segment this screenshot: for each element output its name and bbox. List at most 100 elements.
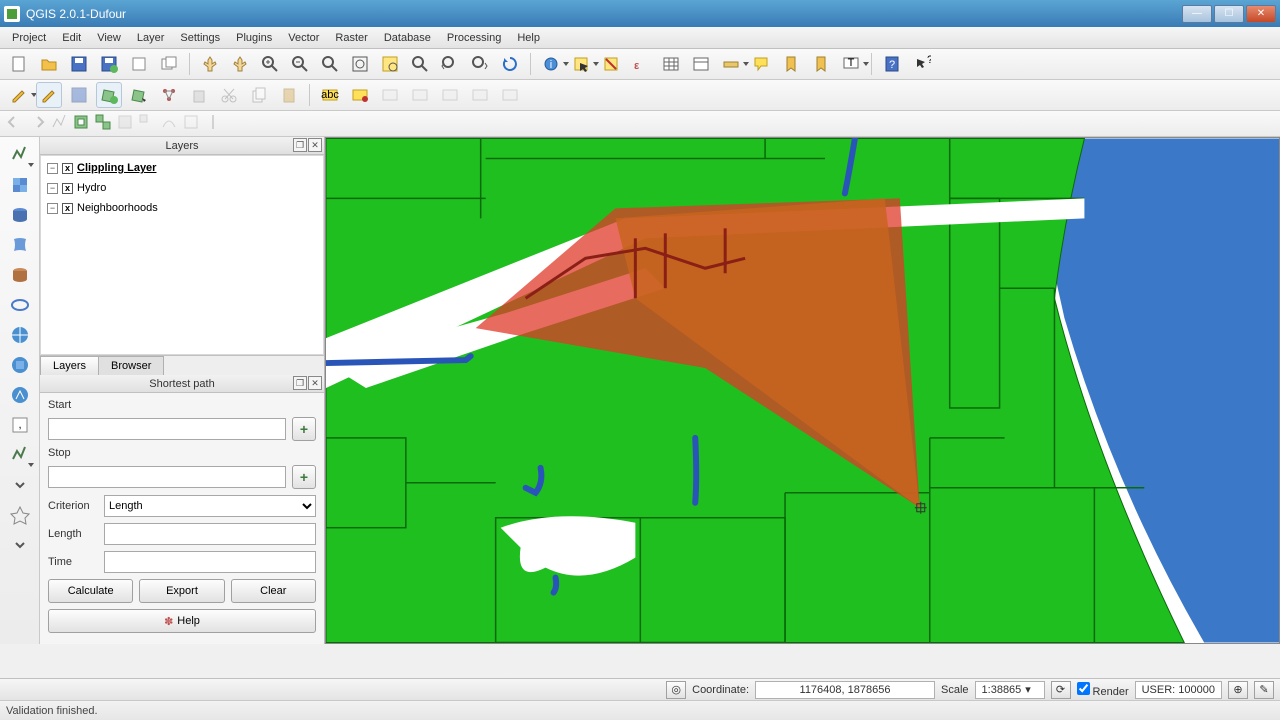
menu-database[interactable]: Database	[376, 30, 439, 46]
delete-part-icon[interactable]	[138, 113, 156, 134]
copy-icon[interactable]	[246, 82, 272, 108]
save-project-icon[interactable]	[66, 51, 92, 77]
deselect-icon[interactable]	[598, 51, 624, 77]
zoom-selection-icon[interactable]	[377, 51, 403, 77]
time-input[interactable]	[104, 551, 316, 573]
layers-tree[interactable]: − x Clippling Layer − x Hydro − x Neighb…	[40, 155, 324, 355]
add-wms-icon[interactable]	[6, 321, 34, 349]
expand-icon[interactable]: −	[47, 163, 58, 174]
layer-name[interactable]: Clippling Layer	[77, 162, 156, 174]
identify-icon[interactable]: i	[538, 51, 564, 77]
export-button[interactable]: Export	[139, 579, 224, 603]
whats-this-icon[interactable]: ?	[909, 51, 935, 77]
pan-icon[interactable]	[197, 51, 223, 77]
toggle-extents-icon[interactable]: ◎	[666, 681, 686, 699]
move-label-icon[interactable]	[437, 82, 463, 108]
crs-button[interactable]: ⊕	[1228, 681, 1248, 699]
add-vector-icon[interactable]	[6, 141, 34, 169]
clear-button[interactable]: Clear	[231, 579, 316, 603]
coordinate-field[interactable]: 1176408, 1878656	[755, 681, 935, 699]
add-csv-icon[interactable]: ,	[6, 411, 34, 439]
delete-selected-icon[interactable]	[186, 82, 212, 108]
new-composer-icon[interactable]	[126, 51, 152, 77]
move-feature-icon[interactable]	[126, 82, 152, 108]
zoom-full-icon[interactable]	[347, 51, 373, 77]
menu-plugins[interactable]: Plugins	[228, 30, 280, 46]
layer-clipping[interactable]: − x Clippling Layer	[47, 160, 317, 176]
layer-neighborhoods[interactable]: − x Neighboorhoods	[47, 200, 317, 216]
zoom-in-icon[interactable]	[257, 51, 283, 77]
minimize-button[interactable]: —	[1182, 5, 1212, 23]
measure-icon[interactable]	[718, 51, 744, 77]
start-pick-button[interactable]: +	[292, 417, 316, 441]
open-table-icon[interactable]	[658, 51, 684, 77]
help-button[interactable]: ✽Help	[48, 609, 316, 633]
add-wfs-icon[interactable]	[6, 381, 34, 409]
change-label-icon[interactable]	[497, 82, 523, 108]
delete-ring-icon[interactable]	[116, 113, 134, 134]
stop-pick-button[interactable]: +	[292, 465, 316, 489]
map-canvas[interactable]	[325, 137, 1280, 644]
open-project-icon[interactable]	[36, 51, 62, 77]
menu-help[interactable]: Help	[509, 30, 548, 46]
render-toggle[interactable]: Render	[1077, 682, 1129, 698]
layer-name[interactable]: Hydro	[77, 182, 106, 194]
add-feature-icon[interactable]	[96, 82, 122, 108]
label-tool-icon[interactable]: abc	[317, 82, 343, 108]
scale-field[interactable]: 1:38865▾	[975, 681, 1045, 699]
tab-browser[interactable]: Browser	[98, 356, 164, 375]
layer-checkbox[interactable]: x	[62, 163, 73, 174]
simplify-icon[interactable]	[50, 113, 68, 134]
field-calc-icon[interactable]	[688, 51, 714, 77]
add-ring-icon[interactable]	[72, 113, 90, 134]
show-labels-icon[interactable]	[407, 82, 433, 108]
paste-icon[interactable]	[276, 82, 302, 108]
rotate-label-icon[interactable]	[467, 82, 493, 108]
menu-edit[interactable]: Edit	[54, 30, 89, 46]
zoom-last-icon[interactable]	[437, 51, 463, 77]
add-part-icon[interactable]	[94, 113, 112, 134]
menu-view[interactable]: View	[89, 30, 129, 46]
menu-raster[interactable]: Raster	[327, 30, 375, 46]
menu-processing[interactable]: Processing	[439, 30, 509, 46]
start-input[interactable]	[48, 418, 286, 440]
redo-icon[interactable]	[28, 113, 46, 134]
length-input[interactable]	[104, 523, 316, 545]
menu-settings[interactable]: Settings	[172, 30, 228, 46]
crs-field[interactable]: USER: 100000	[1135, 681, 1222, 699]
text-annotation-icon[interactable]: T	[838, 51, 864, 77]
bookmark-new-icon[interactable]	[778, 51, 804, 77]
layer-hydro[interactable]: − x Hydro	[47, 180, 317, 196]
add-raster-icon[interactable]	[6, 171, 34, 199]
expand-icon[interactable]: −	[47, 203, 58, 214]
zoom-next-icon[interactable]	[467, 51, 493, 77]
log-button[interactable]: ✎	[1254, 681, 1274, 699]
menu-vector[interactable]: Vector	[280, 30, 327, 46]
layers-undock-icon[interactable]: ❐	[293, 138, 307, 152]
reshape-icon[interactable]	[160, 113, 178, 134]
zoom-native-icon[interactable]	[317, 51, 343, 77]
rotation-icon[interactable]: ⟳	[1051, 681, 1071, 699]
collapse2-icon[interactable]	[6, 531, 34, 559]
add-wcs-icon[interactable]	[6, 351, 34, 379]
cut-icon[interactable]	[216, 82, 242, 108]
add-postgis-icon[interactable]	[6, 201, 34, 229]
pan-selection-icon[interactable]	[227, 51, 253, 77]
sp-close-icon[interactable]: ✕	[308, 376, 322, 390]
label-highlight-icon[interactable]	[347, 82, 373, 108]
composer-manager-icon[interactable]	[156, 51, 182, 77]
map-tips-icon[interactable]	[748, 51, 774, 77]
layer-checkbox[interactable]: x	[62, 183, 73, 194]
sp-undock-icon[interactable]: ❐	[293, 376, 307, 390]
node-tool-icon[interactable]	[156, 82, 182, 108]
add-oracle-icon[interactable]	[6, 291, 34, 319]
maximize-button[interactable]: ☐	[1214, 5, 1244, 23]
pin-labels-icon[interactable]	[377, 82, 403, 108]
undo-icon[interactable]	[6, 113, 24, 134]
refresh-icon[interactable]	[497, 51, 523, 77]
save-edits-icon[interactable]	[66, 82, 92, 108]
select-icon[interactable]	[568, 51, 594, 77]
layers-close-icon[interactable]: ✕	[308, 138, 322, 152]
menu-layer[interactable]: Layer	[129, 30, 173, 46]
layer-name[interactable]: Neighboorhoods	[77, 202, 158, 214]
